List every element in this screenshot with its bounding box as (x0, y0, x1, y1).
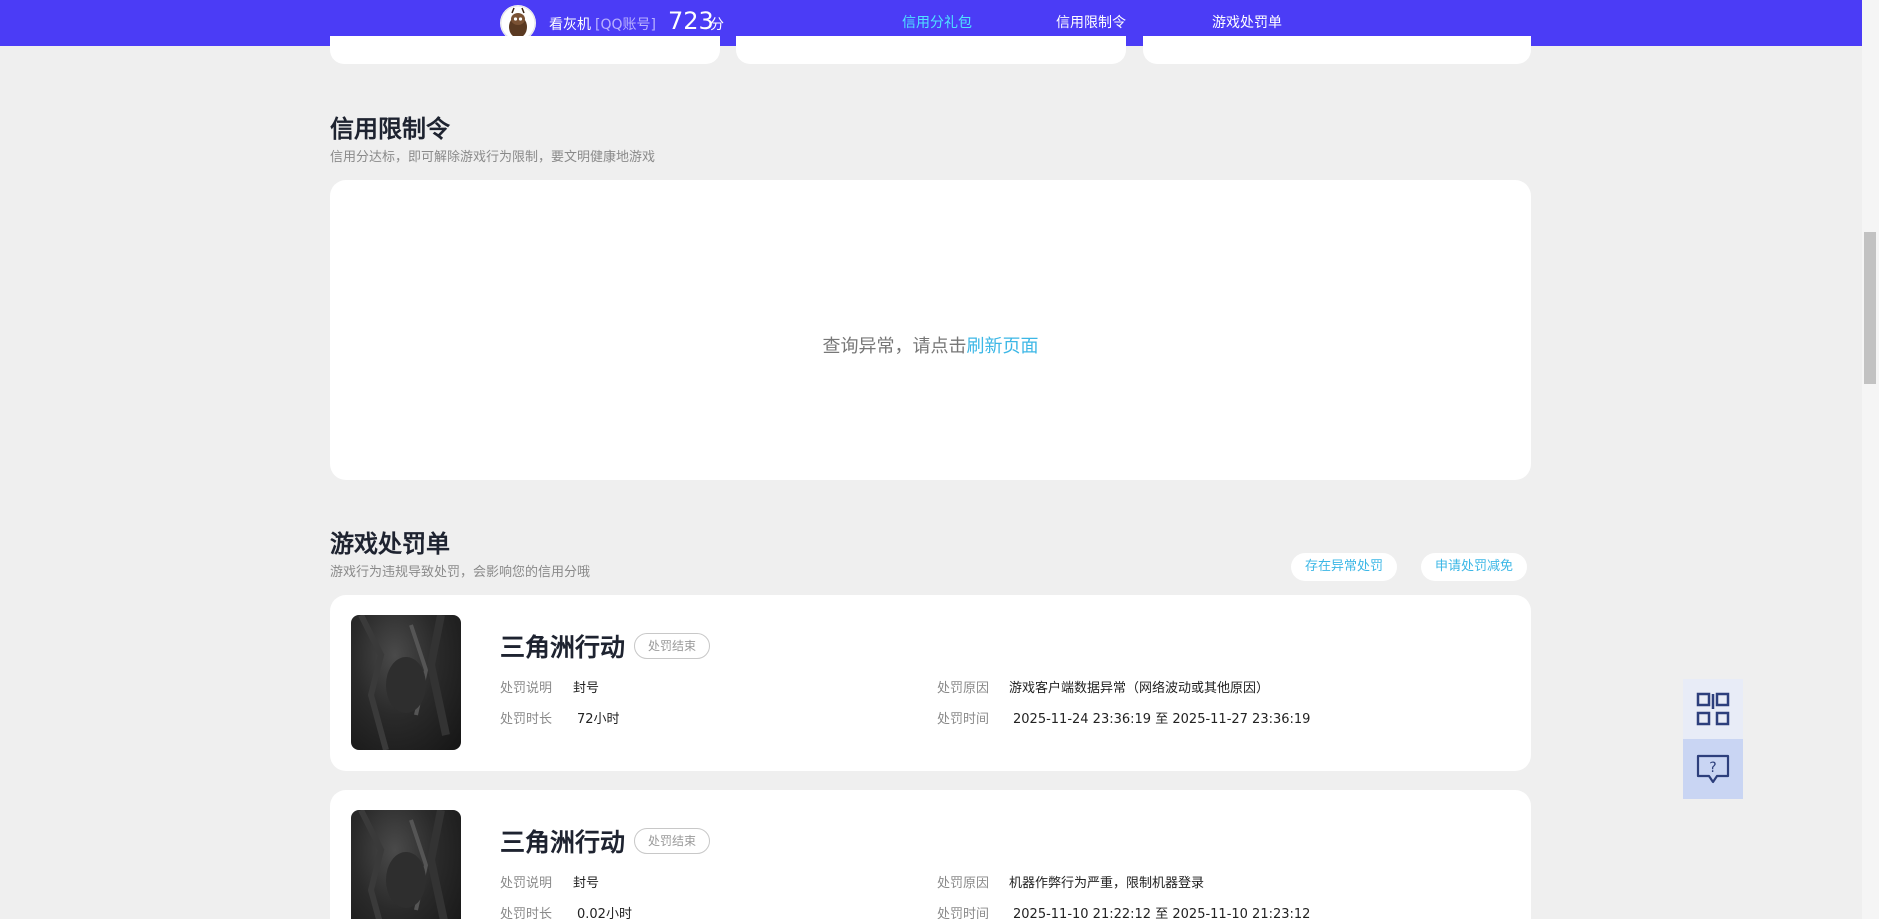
error-text: 查询异常，请点击 (822, 336, 967, 357)
time-label: 处罚时间 (937, 712, 990, 727)
time-value: 2025-11-10 21:22:12 至 2025-11-10 21:23:1… (1013, 903, 1310, 919)
desc-label: 处罚说明 (500, 876, 553, 891)
reason-label: 处罚原因 (937, 681, 990, 696)
duration-value: 72小时 (577, 712, 620, 727)
game-name: 三角洲行动 (500, 633, 626, 662)
time-start: 2025-11-24 23:36:19 (1013, 712, 1152, 727)
time-label: 处罚时间 (937, 907, 990, 919)
help-chat-icon: ? (1696, 754, 1730, 784)
restriction-title: 信用限制令 (330, 115, 450, 143)
duration-label: 处罚时长 (500, 907, 553, 919)
appeal-penalty-button[interactable]: 申请处罚减免 (1421, 553, 1528, 581)
status-badge: 处罚结束 (634, 828, 711, 854)
game-thumbnail (351, 615, 461, 750)
username: 看灰机 (549, 17, 591, 33)
restriction-panel: 查询异常，请点击刷新页面 (330, 180, 1531, 480)
time-end: 2025-11-27 23:36:19 (1172, 712, 1311, 727)
duration-value: 0.02小时 (577, 907, 632, 919)
refresh-page-link[interactable]: 刷新页面 (967, 336, 1039, 357)
account-type: [QQ账号] (595, 17, 656, 33)
desc-value: 封号 (573, 876, 600, 891)
desc-label: 处罚说明 (500, 681, 553, 696)
gift-card-3[interactable] (1143, 36, 1531, 64)
credit-score: 723 (668, 7, 714, 35)
reason-label: 处罚原因 (937, 876, 990, 891)
qr-code-icon (1696, 692, 1730, 726)
desc-value: 封号 (573, 681, 600, 696)
qr-code-button[interactable] (1683, 679, 1743, 739)
query-error-message: 查询异常，请点击刷新页面 (330, 332, 1531, 358)
penalty-card: 三角洲行动 处罚结束 处罚说明 封号 处罚时长 72小时 处罚原因 游戏客户端数… (330, 595, 1531, 771)
abnormal-penalty-button[interactable]: 存在异常处罚 (1291, 553, 1398, 581)
time-end: 2025-11-10 21:23:12 (1172, 907, 1311, 919)
help-button[interactable]: ? (1683, 739, 1743, 799)
game-thumbnail (351, 810, 461, 919)
reason-value: 机器作弊行为严重，限制机器登录 (1009, 876, 1205, 891)
scrollbar-thumb[interactable] (1864, 232, 1876, 384)
restriction-subtitle: 信用分达标，即可解除游戏行为限制，要文明健康地游戏 (330, 150, 656, 165)
time-start: 2025-11-10 21:22:12 (1013, 907, 1152, 919)
penalty-title: 游戏处罚单 (330, 530, 450, 558)
time-value: 2025-11-24 23:36:19 至 2025-11-27 23:36:1… (1013, 708, 1310, 727)
svg-text:?: ? (1709, 760, 1716, 776)
scrollbar-track[interactable] (1862, 0, 1879, 919)
time-to: 至 (1155, 907, 1169, 919)
score-unit: 分 (710, 17, 724, 33)
reason-value: 游戏客户端数据异常（网络波动或其他原因） (1009, 681, 1270, 696)
game-name: 三角洲行动 (500, 828, 626, 857)
duration-label: 处罚时长 (500, 712, 553, 727)
time-to: 至 (1155, 712, 1169, 727)
gift-card-2[interactable] (736, 36, 1126, 64)
status-badge: 处罚结束 (634, 633, 711, 659)
penalty-card: 三角洲行动 处罚结束 处罚说明 封号 处罚时长 0.02小时 处罚原因 机器作弊… (330, 790, 1531, 919)
penalty-subtitle: 游戏行为违规导致处罚，会影响您的信用分哦 (330, 565, 591, 580)
gift-card-1[interactable] (330, 36, 720, 64)
